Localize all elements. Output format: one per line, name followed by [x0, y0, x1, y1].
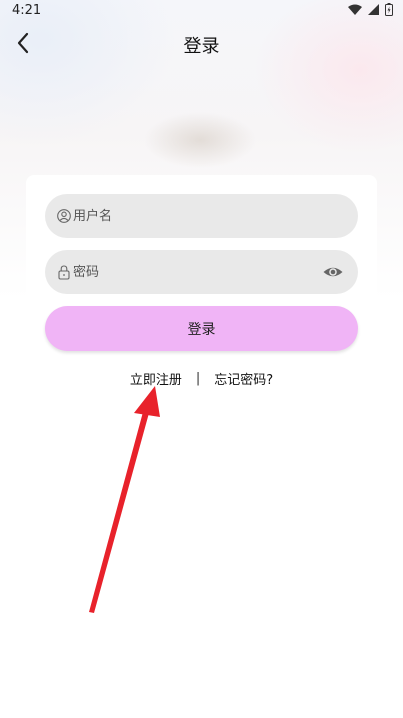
username-field[interactable]	[45, 194, 358, 238]
forgot-password-link[interactable]: 忘记密码?	[214, 369, 273, 388]
link-separator: |	[195, 371, 201, 386]
register-link[interactable]: 立即注册	[130, 369, 182, 388]
wifi-icon	[348, 4, 362, 15]
status-time: 4:21	[12, 3, 42, 18]
username-input[interactable]	[73, 194, 323, 238]
login-button[interactable]: 登录	[45, 306, 358, 351]
auth-links: 立即注册 | 忘记密码?	[0, 369, 403, 388]
nav-bar: 登录	[0, 24, 403, 64]
user-icon	[57, 209, 71, 223]
status-icons	[348, 3, 393, 16]
battery-icon	[385, 3, 393, 16]
status-bar: 4:21	[0, 0, 403, 24]
password-field[interactable]	[45, 250, 358, 294]
lock-icon	[58, 265, 70, 280]
page-title: 登录	[183, 36, 220, 57]
signal-icon	[368, 4, 379, 15]
eye-icon[interactable]	[322, 262, 344, 282]
password-input[interactable]	[73, 250, 323, 294]
